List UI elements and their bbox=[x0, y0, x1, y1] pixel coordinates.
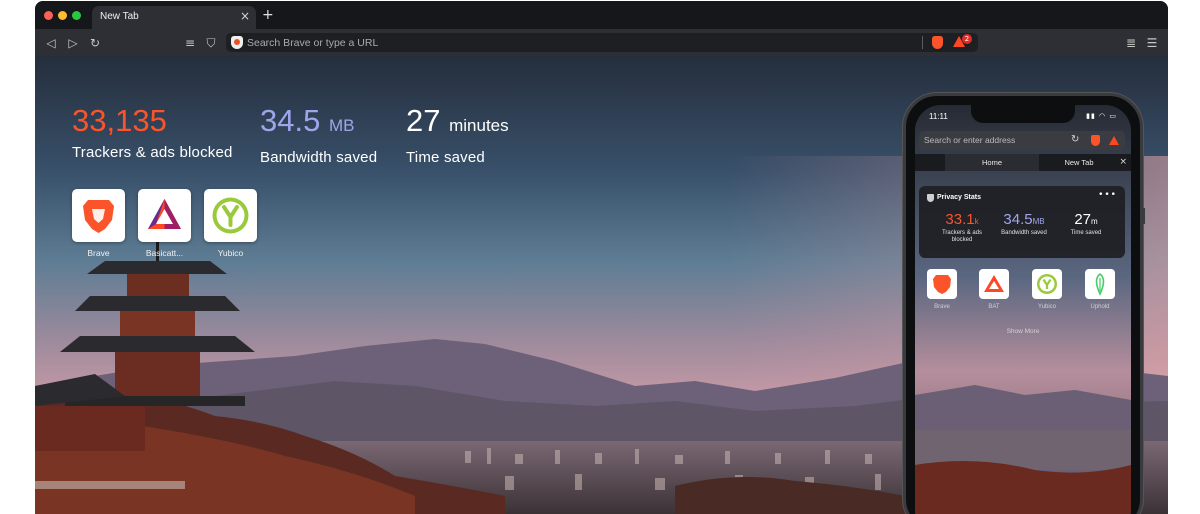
bookmark-icon[interactable]: ⛉ bbox=[202, 34, 220, 52]
url-input[interactable] bbox=[247, 34, 917, 51]
time-unit: minutes bbox=[449, 116, 509, 135]
tab-strip: New Tab × + bbox=[35, 1, 1168, 29]
phone-time-value-row: 27m bbox=[1056, 211, 1116, 229]
shield-icon bbox=[927, 194, 934, 202]
phone-show-more-button[interactable]: Show More bbox=[915, 328, 1131, 335]
top-site-label: Yubico bbox=[217, 248, 244, 258]
trackers-stat: 33,135 Trackers & ads blocked bbox=[72, 103, 233, 162]
more-icon[interactable]: ••• bbox=[1098, 190, 1117, 200]
bat-triangle-icon bbox=[138, 189, 191, 242]
yubico-icon bbox=[1032, 269, 1062, 299]
phone-trackers-unit: k bbox=[974, 217, 979, 226]
phone-notch bbox=[971, 105, 1075, 123]
toolbar: ◁ ▷ ↻ ≡ ⛉ 2 ≣ ☰ bbox=[35, 29, 1168, 56]
phone-top-site-bat[interactable]: BAT bbox=[979, 269, 1009, 310]
time-label: Time saved bbox=[406, 149, 485, 166]
phone-top-site-label: Uphold bbox=[1090, 304, 1110, 310]
new-tab-page: 33,135 Trackers & ads blocked 34.5 MB Ba… bbox=[35, 56, 1168, 514]
playlist-icon[interactable]: ≣ bbox=[1122, 34, 1140, 52]
forward-icon[interactable]: ▷ bbox=[64, 34, 82, 52]
phone-shields-icon[interactable] bbox=[1091, 135, 1100, 146]
bandwidth-value-row: 34.5 MB bbox=[260, 104, 377, 143]
top-site-brave[interactable]: Brave bbox=[72, 189, 125, 258]
phone-trackers-value: 33.1 bbox=[945, 211, 975, 228]
phone-tab-home[interactable]: Home bbox=[945, 154, 1039, 171]
time-stat: 27 minutes Time saved bbox=[406, 104, 509, 167]
bandwidth-value: 34.5 bbox=[260, 103, 321, 138]
bandwidth-label: Bandwidth saved bbox=[260, 149, 378, 166]
top-site-label: Brave bbox=[87, 248, 110, 258]
brave-lion-icon bbox=[72, 189, 125, 242]
phone-tab-close-icon[interactable]: × bbox=[1119, 154, 1127, 171]
bat-triangle-icon bbox=[979, 269, 1009, 299]
phone-bandwidth-value-row: 34.5MB bbox=[994, 211, 1054, 229]
reader-mode-icon[interactable]: ≡ bbox=[181, 34, 199, 52]
phone-trackers-value-row: 33.1k bbox=[932, 211, 992, 229]
time-value-row: 27 minutes bbox=[406, 104, 509, 143]
phone-privacy-stats-card: Privacy Stats ••• 33.1k Trackers & ads b… bbox=[919, 186, 1125, 258]
back-icon[interactable]: ◁ bbox=[42, 34, 60, 52]
window-maximize-button[interactable] bbox=[72, 11, 81, 20]
address-bar[interactable]: 2 bbox=[226, 33, 978, 52]
phone-bandwidth-value: 34.5 bbox=[1003, 211, 1033, 228]
phone-top-site-label: Brave bbox=[934, 304, 950, 310]
bandwidth-stat: 34.5 MB Bandwidth saved bbox=[260, 104, 378, 167]
browser-window: New Tab × + ◁ ▷ ↻ ≡ ⛉ 2 ≣ ☰ bbox=[35, 1, 1168, 514]
reload-icon[interactable]: ↻ bbox=[86, 34, 104, 52]
phone-tab-new[interactable]: New Tab bbox=[1039, 154, 1119, 171]
site-info-icon[interactable] bbox=[231, 36, 243, 49]
phone-trackers-label: Trackers & ads blocked bbox=[941, 230, 983, 243]
phone-bandwidth-label: Bandwidth saved bbox=[1001, 230, 1047, 236]
phone-top-site-uphold[interactable]: Uphold bbox=[1085, 269, 1115, 310]
phone-time-label: Time saved bbox=[1070, 230, 1102, 236]
yubico-icon bbox=[204, 189, 257, 242]
menu-icon[interactable]: ☰ bbox=[1143, 34, 1161, 52]
phone-screen: 11:11 ▮▮ ◠ ▭ Search or enter address ↻ H… bbox=[915, 105, 1131, 514]
phone-clock: 11:11 bbox=[929, 112, 948, 121]
tab-new-tab[interactable]: New Tab × bbox=[92, 6, 256, 29]
phone-time-unit: m bbox=[1091, 217, 1098, 226]
phone-card-title: Privacy Stats bbox=[937, 194, 981, 201]
phone-address-bar[interactable]: Search or enter address ↻ bbox=[919, 131, 1125, 150]
phone-time-stat: 27m Time saved bbox=[1056, 211, 1116, 237]
phone-bandwidth-unit: MB bbox=[1032, 217, 1045, 226]
phone-tab-bar: Home New Tab × bbox=[915, 154, 1131, 171]
rewards-badge: 2 bbox=[962, 34, 972, 44]
top-site-bat[interactable]: Basicatt... bbox=[138, 189, 191, 258]
phone-top-site-label: BAT bbox=[988, 304, 1000, 310]
window-close-button[interactable] bbox=[44, 11, 53, 20]
phone-bandwidth-stat: 34.5MB Bandwidth saved bbox=[994, 211, 1054, 237]
brave-lion-icon bbox=[927, 269, 957, 299]
trackers-label: Trackers & ads blocked bbox=[72, 144, 233, 161]
window-minimize-button[interactable] bbox=[58, 11, 67, 20]
top-site-label: Basicatt... bbox=[145, 248, 184, 258]
tab-title: New Tab bbox=[100, 11, 139, 22]
brave-shields-icon[interactable] bbox=[932, 36, 943, 49]
time-value: 27 bbox=[406, 103, 441, 138]
phone-top-site-yubico[interactable]: Yubico bbox=[1032, 269, 1062, 310]
url-divider bbox=[922, 36, 923, 49]
phone-top-site-brave[interactable]: Brave bbox=[927, 269, 957, 310]
top-site-yubico[interactable]: Yubico bbox=[204, 189, 257, 258]
new-tab-button[interactable]: + bbox=[262, 7, 274, 23]
tab-close-icon[interactable]: × bbox=[240, 9, 250, 23]
phone-status-icons: ▮▮ ◠ ▭ bbox=[1086, 112, 1117, 120]
uphold-icon bbox=[1085, 269, 1115, 299]
phone-address-placeholder: Search or enter address bbox=[924, 135, 1016, 145]
phone-mockup: 11:11 ▮▮ ◠ ▭ Search or enter address ↻ H… bbox=[903, 93, 1145, 514]
phone-time-value: 27 bbox=[1074, 211, 1091, 228]
trackers-value: 33,135 bbox=[72, 103, 167, 138]
phone-reload-icon[interactable]: ↻ bbox=[1071, 134, 1079, 145]
bandwidth-unit: MB bbox=[328, 116, 355, 135]
phone-side-button bbox=[1142, 208, 1145, 224]
phone-top-site-label: Yubico bbox=[1037, 304, 1056, 310]
phone-trackers-stat: 33.1k Trackers & ads blocked bbox=[932, 211, 992, 244]
phone-rewards-icon[interactable] bbox=[1109, 136, 1119, 145]
